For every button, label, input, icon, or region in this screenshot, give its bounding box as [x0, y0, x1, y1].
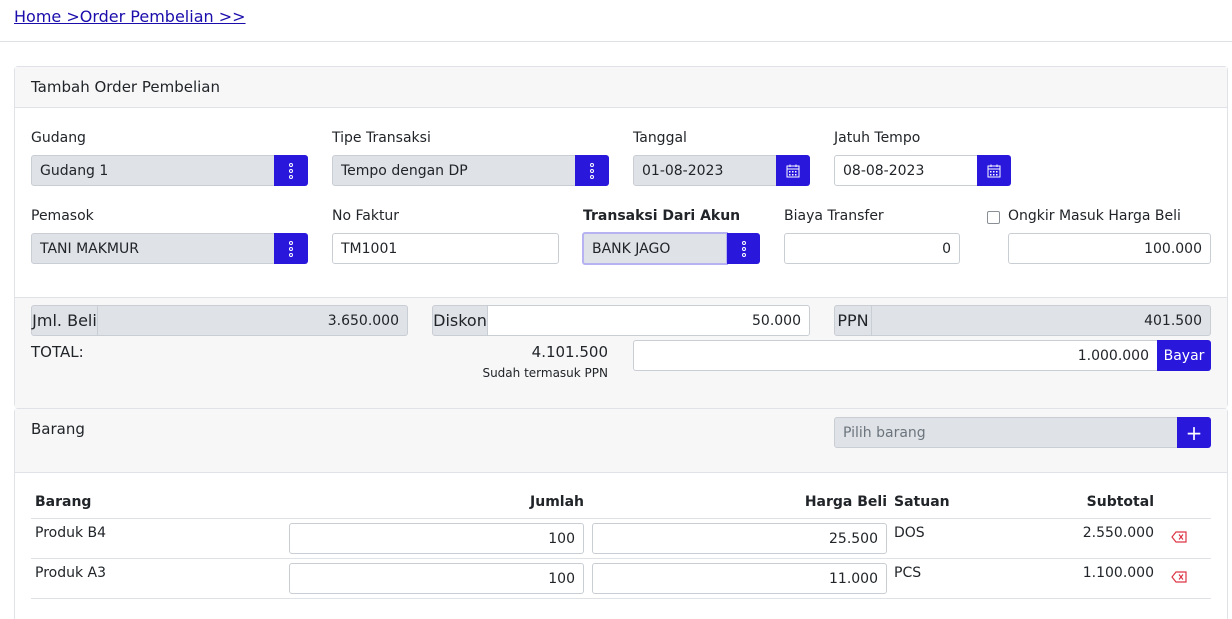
total-label: TOTAL: [31, 343, 84, 361]
ongkir-input[interactable]: 100.000 [1008, 233, 1211, 264]
row2-barang: Produk A3 [35, 565, 107, 581]
row2-harga-input[interactable]: 11.000 [592, 563, 887, 594]
row2-subtotal: 1.100.000 [1082, 565, 1154, 581]
dots-vertical-icon [741, 240, 746, 257]
header-divider [0, 41, 1232, 42]
dots-vertical-icon [590, 162, 594, 179]
row1-barang: Produk B4 [35, 525, 107, 541]
jml-beli-field: 3.650.000 [97, 305, 408, 336]
total-note: Sudah termasuk PPN [482, 366, 608, 380]
no-faktur-label: No Faktur [332, 208, 400, 224]
col-satuan: Satuan [894, 494, 950, 510]
row1-jumlah-input[interactable]: 100 [289, 523, 584, 554]
gudang-menu-button[interactable] [274, 155, 308, 186]
tipe-transaksi-label: Tipe Transaksi [332, 130, 431, 146]
col-harga: Harga Beli [804, 494, 887, 510]
transaksi-akun-menu-button[interactable] [727, 233, 760, 264]
row1-satuan: DOS [894, 525, 925, 541]
bayar-input[interactable]: 1.000.000 [633, 340, 1158, 371]
pilih-barang-input[interactable]: Pilih barang [834, 417, 1178, 448]
tanggal-label: Tanggal [633, 130, 687, 146]
ongkir-label: Ongkir Masuk Harga Beli [1008, 208, 1181, 224]
row1-subtotal: 2.550.000 [1082, 525, 1154, 541]
row2-jumlah-input[interactable]: 100 [289, 563, 584, 594]
diskon-input[interactable]: 50.000 [487, 305, 810, 336]
tipe-transaksi-menu-button[interactable] [575, 155, 609, 186]
no-faktur-input[interactable]: TM1001 [332, 233, 559, 264]
row1-harga-input[interactable]: 25.500 [592, 523, 887, 554]
tipe-transaksi-field[interactable]: Tempo dengan DP [332, 155, 576, 186]
jatuh-tempo-calendar-button[interactable] [977, 155, 1011, 186]
transaksi-akun-label: Transaksi Dari Akun [583, 208, 741, 224]
barang-title: Barang [31, 420, 85, 438]
row2-delete-icon[interactable] [1171, 571, 1187, 583]
jatuh-tempo-field[interactable]: 08-08-2023 [834, 155, 978, 186]
bayar-button[interactable]: Bayar [1157, 340, 1211, 371]
row2-satuan: PCS [894, 565, 922, 581]
dots-vertical-icon [289, 240, 293, 257]
gudang-field[interactable]: Gudang 1 [31, 155, 275, 186]
row-divider [31, 558, 1211, 559]
dots-vertical-icon [289, 162, 293, 179]
calendar-icon [987, 164, 1001, 177]
biaya-transfer-label: Biaya Transfer [784, 208, 884, 224]
row1-delete-icon[interactable] [1171, 531, 1187, 543]
pemasok-menu-button[interactable] [274, 233, 308, 264]
ppn-addon: PPN [834, 305, 872, 336]
gudang-label: Gudang [31, 130, 86, 146]
col-jumlah: Jumlah [530, 494, 584, 510]
row-divider [31, 598, 1211, 599]
col-subtotal: Subtotal [1086, 494, 1154, 510]
jml-beli-addon: Jml. Beli [31, 305, 98, 336]
form-title: Tambah Order Pembelian [15, 67, 1227, 108]
biaya-transfer-input[interactable]: 0 [784, 233, 960, 264]
col-barang: Barang [35, 494, 92, 510]
pemasok-field[interactable]: TANI MAKMUR [31, 233, 275, 264]
ppn-field: 401.500 [871, 305, 1211, 336]
calendar-icon [786, 164, 800, 177]
row-divider [31, 518, 1211, 519]
diskon-addon: Diskon [432, 305, 488, 336]
tanggal-field[interactable]: 01-08-2023 [633, 155, 777, 186]
breadcrumb[interactable]: Home >Order Pembelian >> [14, 7, 246, 26]
total-value: 4.101.500 [531, 343, 608, 361]
add-barang-button[interactable]: + [1177, 417, 1211, 448]
tanggal-calendar-button[interactable] [776, 155, 810, 186]
pemasok-label: Pemasok [31, 208, 94, 224]
jatuh-tempo-label: Jatuh Tempo [834, 130, 921, 146]
transaksi-akun-field[interactable]: BANK JAGO [582, 232, 728, 265]
ongkir-checkbox[interactable] [987, 211, 1000, 224]
